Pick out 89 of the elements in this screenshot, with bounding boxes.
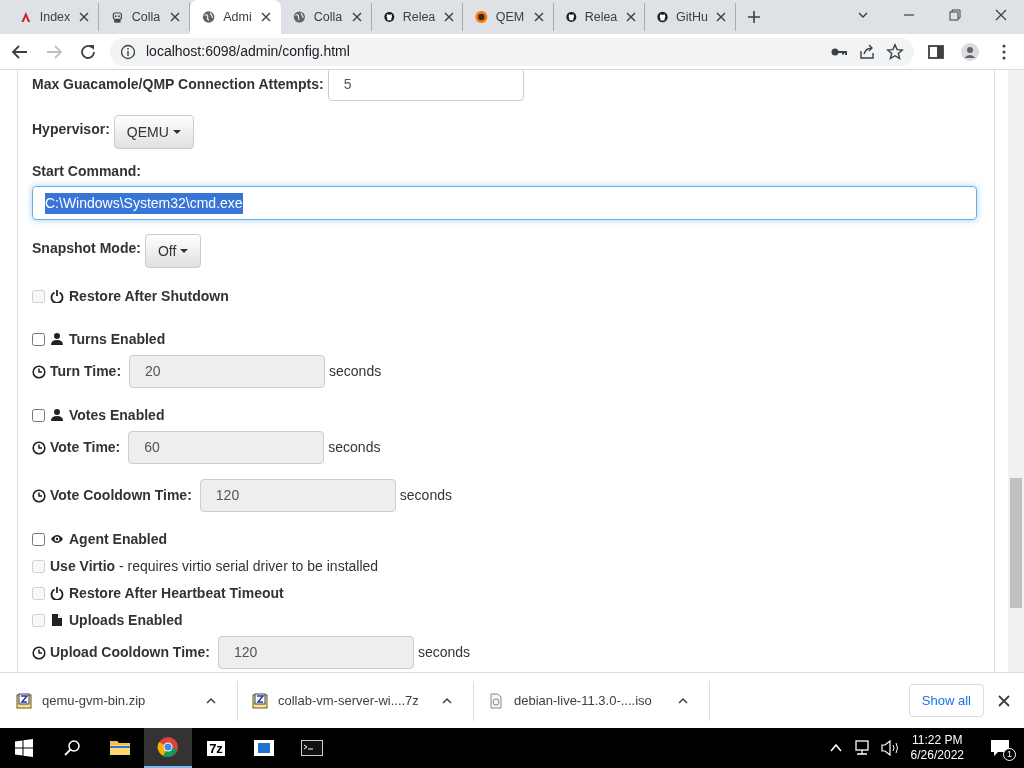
text-field[interactable]: C:\Windows\System32\cmd.exe bbox=[32, 186, 977, 220]
close-icon[interactable] bbox=[351, 12, 362, 22]
download-name[interactable]: qemu-gvm-bin.zip bbox=[42, 690, 189, 711]
checkbox-label: Restore After Shutdown bbox=[69, 286, 229, 306]
app-icon[interactable]: 7z bbox=[207, 740, 225, 756]
power-icon bbox=[50, 289, 64, 303]
robot-icon bbox=[111, 9, 124, 25]
browser-tab[interactable]: Relea bbox=[554, 3, 645, 31]
number-field[interactable]: 5 bbox=[327, 70, 524, 101]
checkbox-label: Votes Enabled bbox=[69, 405, 165, 425]
close-icon[interactable] bbox=[998, 694, 1010, 707]
browser-icon[interactable] bbox=[157, 736, 179, 758]
globe-icon bbox=[293, 9, 306, 25]
clock-icon bbox=[32, 488, 46, 503]
file-icon bbox=[50, 613, 64, 627]
dropdown-button[interactable]: QEMU bbox=[113, 115, 194, 149]
notification-icon[interactable] bbox=[990, 739, 1010, 758]
unit-label: seconds bbox=[329, 362, 382, 381]
plus-icon bbox=[747, 10, 761, 24]
globe-icon bbox=[202, 9, 216, 25]
side-panel-icon[interactable] bbox=[927, 42, 945, 61]
browser-tab[interactable]: QEM bbox=[463, 3, 554, 31]
close-icon[interactable] bbox=[625, 12, 636, 22]
clock-time[interactable]: 11:22 PM bbox=[910, 733, 964, 748]
close-icon[interactable] bbox=[716, 12, 727, 22]
browser-tab[interactable]: Admi bbox=[190, 0, 281, 34]
clock-date[interactable]: 6/26/2022 bbox=[910, 748, 964, 763]
unit-label: seconds bbox=[399, 486, 452, 505]
back-icon[interactable] bbox=[11, 42, 29, 61]
archive-icon bbox=[252, 692, 268, 709]
field-label: Hypervisor: bbox=[32, 120, 110, 139]
scroll-thumb[interactable] bbox=[1010, 478, 1022, 608]
field-label: Vote Cooldown Time: bbox=[50, 486, 192, 505]
unit-label: seconds bbox=[417, 643, 471, 662]
window-icon[interactable] bbox=[253, 737, 275, 759]
close-icon[interactable] bbox=[533, 12, 544, 22]
power-icon bbox=[50, 586, 64, 600]
dropdown-button[interactable]: Off bbox=[144, 234, 202, 268]
profile-icon[interactable] bbox=[961, 42, 979, 61]
download-name[interactable]: collab-vm-server-wi....7z bbox=[278, 690, 425, 711]
checkbox-label: Turns Enabled bbox=[69, 329, 166, 349]
checkbox[interactable] bbox=[32, 332, 45, 346]
checkbox-label: Restore After Heartbeat Timeout bbox=[69, 583, 284, 603]
browser-tab[interactable]: Relea bbox=[372, 3, 463, 31]
checkbox[interactable] bbox=[32, 408, 45, 422]
show-all-button[interactable]: Show all bbox=[908, 683, 984, 718]
clock-icon bbox=[32, 645, 46, 660]
close-icon[interactable] bbox=[261, 12, 272, 22]
browser-tab[interactable]: Index bbox=[8, 3, 99, 31]
browser-tab[interactable]: GitHu bbox=[645, 3, 736, 31]
field-label: Max Guacamole/QMP Connection Attempts: bbox=[32, 75, 324, 94]
restore-icon[interactable] bbox=[948, 8, 962, 22]
info-icon[interactable] bbox=[120, 43, 136, 60]
windows-logo-icon[interactable] bbox=[15, 739, 33, 757]
clock-icon bbox=[32, 364, 46, 379]
speaker-icon[interactable] bbox=[880, 740, 901, 756]
person-icon bbox=[50, 332, 64, 346]
field-label: Turn Time: bbox=[50, 362, 122, 381]
close-icon[interactable] bbox=[443, 12, 454, 22]
network-icon[interactable] bbox=[852, 740, 871, 756]
disc-file-icon bbox=[488, 692, 504, 709]
checkbox-label: Uploads Enabled bbox=[69, 610, 183, 630]
unit-label: seconds bbox=[328, 438, 381, 457]
field-label: Upload Cooldown Time: bbox=[50, 643, 210, 662]
scrollbar[interactable] bbox=[1008, 70, 1024, 672]
field-label: Vote Time: bbox=[50, 438, 121, 457]
checkbox-label: Agent Enabled bbox=[69, 529, 167, 549]
field-label: Snapshot Mode: bbox=[32, 239, 141, 258]
checkbox-label: Use Virtio - requires virtio serial driver to be installed bbox=[50, 556, 379, 576]
close-icon[interactable] bbox=[169, 12, 180, 22]
field-label: Start Command: bbox=[32, 162, 142, 181]
close-icon[interactable] bbox=[994, 8, 1008, 22]
star-icon[interactable] bbox=[886, 42, 904, 61]
round-logo-icon bbox=[475, 9, 488, 25]
caret-icon bbox=[180, 249, 189, 253]
search-icon[interactable] bbox=[63, 739, 81, 757]
share-icon[interactable] bbox=[858, 42, 876, 61]
close-icon[interactable] bbox=[79, 12, 90, 22]
reload-icon[interactable] bbox=[79, 42, 97, 61]
terminal-icon[interactable] bbox=[301, 737, 323, 759]
clock-icon bbox=[32, 440, 46, 455]
checkbox[interactable] bbox=[32, 532, 45, 546]
archive-icon bbox=[16, 692, 32, 709]
notification-count: 1 bbox=[1003, 748, 1016, 762]
download-name[interactable]: debian-live-11.3.0-....iso bbox=[514, 690, 661, 711]
caret-icon bbox=[172, 130, 181, 134]
browser-tab[interactable]: Colla bbox=[281, 3, 372, 31]
person-icon bbox=[50, 408, 64, 422]
eye-icon bbox=[50, 532, 64, 546]
